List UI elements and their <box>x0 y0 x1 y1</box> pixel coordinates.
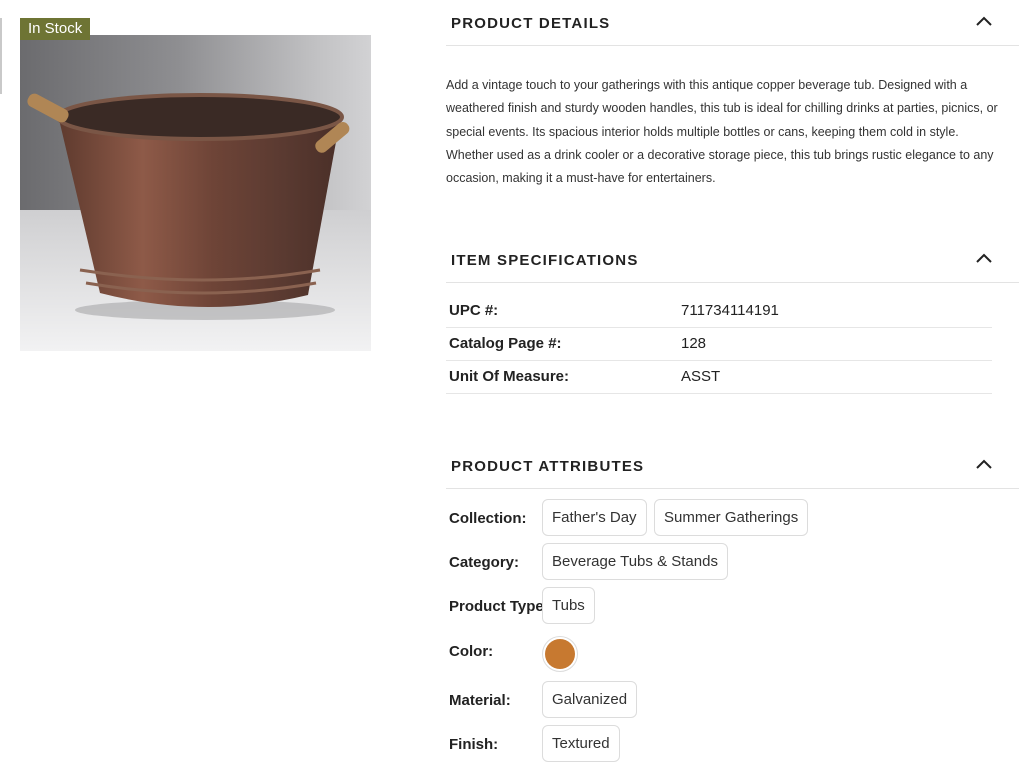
section-title: PRODUCT ATTRIBUTES <box>451 458 645 475</box>
spec-row: UPC #: 711734114191 <box>446 295 992 328</box>
item-specifications-header[interactable]: ITEM SPECIFICATIONS <box>446 238 1019 283</box>
stock-badge: In Stock <box>20 18 91 40</box>
attribute-label: Collection: <box>449 510 527 527</box>
thumbnail-edge <box>0 18 2 94</box>
color-swatch <box>545 639 575 669</box>
product-description: Add a vintage touch to your gatherings w… <box>446 78 998 186</box>
product-attributes-header[interactable]: PRODUCT ATTRIBUTES <box>446 444 1019 489</box>
spec-value: 711734114191 <box>681 302 779 319</box>
chip-summer-gatherings[interactable]: Summer Gatherings <box>654 499 809 536</box>
spec-label: UPC #: <box>449 302 499 319</box>
attribute-label: Product Type: <box>449 598 549 615</box>
attribute-label: Color: <box>449 643 494 660</box>
spec-label: Unit Of Measure: <box>449 368 570 385</box>
spec-value: ASST <box>681 368 721 385</box>
spec-value: 128 <box>681 335 707 352</box>
attribute-label: Category: <box>449 554 520 571</box>
chip-tubs[interactable]: Tubs <box>542 587 595 624</box>
attribute-label: Finish: <box>449 736 499 753</box>
chevron-up-icon[interactable] <box>975 252 993 264</box>
product-image[interactable] <box>20 35 371 351</box>
spec-label: Catalog Page #: <box>449 335 562 352</box>
attribute-label: Material: <box>449 692 511 709</box>
section-title: ITEM SPECIFICATIONS <box>451 252 639 269</box>
spec-table: UPC #: 711734114191 Catalog Page #: 128 … <box>446 295 992 394</box>
section-title: PRODUCT DETAILS <box>451 15 611 32</box>
chip-fathers-day[interactable]: Father's Day <box>542 499 647 536</box>
chevron-up-icon[interactable] <box>975 458 993 470</box>
chip-textured[interactable]: Textured <box>542 725 620 762</box>
product-details-header[interactable]: PRODUCT DETAILS <box>446 1 1019 46</box>
spec-row: Catalog Page #: 128 <box>446 328 992 361</box>
spec-row: Unit Of Measure: ASST <box>446 361 992 394</box>
color-swatch-button[interactable] <box>542 636 578 672</box>
chip-galvanized[interactable]: Galvanized <box>542 681 638 718</box>
chevron-up-icon[interactable] <box>975 15 993 27</box>
chip-beverage-tubs-stands[interactable]: Beverage Tubs & Stands <box>542 543 728 580</box>
